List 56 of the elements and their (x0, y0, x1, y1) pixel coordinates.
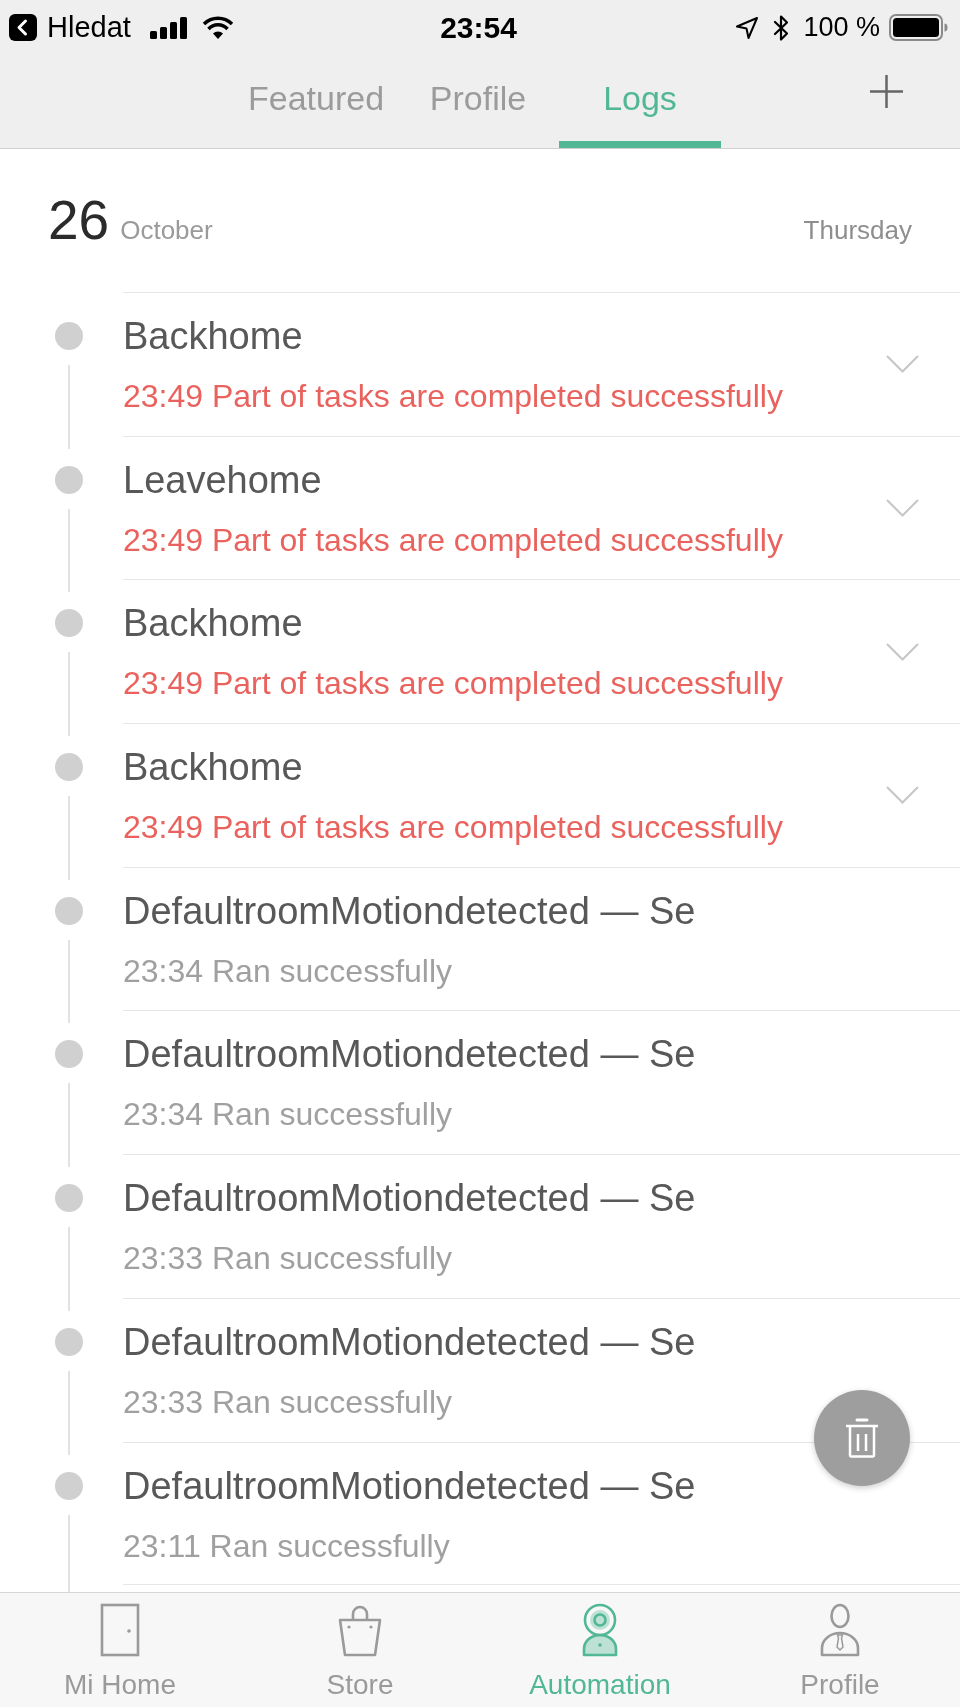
chevron-down-icon[interactable] (886, 786, 919, 805)
clock-time: 23:54 (440, 10, 517, 45)
battery-icon (889, 14, 948, 41)
date-day: 26 (48, 193, 110, 248)
tab[interactable]: Logs (559, 55, 721, 148)
log-title: Backhome (123, 314, 303, 358)
bluetooth-icon (772, 13, 791, 42)
person-icon[interactable] (818, 1603, 862, 1657)
timeline-dot (55, 465, 83, 494)
chevron-down-icon[interactable] (886, 355, 919, 374)
timeline-dot (55, 1471, 83, 1500)
signal-icon (149, 16, 187, 39)
log-result: 23:34 Ran successfully (123, 951, 453, 990)
tab[interactable]: Profile (397, 55, 559, 148)
timeline-dot (55, 1040, 83, 1069)
log-result: 23:49 Part of tasks are completed successfully (123, 520, 783, 559)
log-title: Leavehome (123, 457, 322, 502)
nav-tab[interactable]: Mi Home (0, 1593, 240, 1707)
location-arrow-icon (735, 15, 760, 40)
log-title: DefaultroomMotiondetected — Se (123, 1319, 696, 1364)
tab[interactable]: Featured (235, 55, 397, 148)
door-icon[interactable] (98, 1603, 142, 1657)
back-link[interactable]: Hledat (9, 11, 131, 44)
log-result: 23:49 Part of tasks are completed successfully (123, 808, 783, 847)
log-result: 23:33 Ran successfully (123, 1239, 453, 1278)
log-title: Backhome (123, 601, 303, 646)
date-weekday: Thursday (803, 215, 912, 246)
log-title: DefaultroomMotiondetected — Se (123, 1463, 696, 1508)
log-result: 23:34 Ran successfully (123, 1095, 453, 1134)
nav-tab[interactable]: Automation (480, 1593, 720, 1707)
timeline-dot (55, 1327, 83, 1356)
date-month: October (120, 215, 213, 246)
timeline-dot (55, 896, 83, 925)
delete-button[interactable] (814, 1390, 910, 1486)
shopping-bag-icon[interactable] (338, 1603, 382, 1657)
nav-tab[interactable]: Store (240, 1593, 480, 1707)
log-result: 23:49 Part of tasks are completed successfully (123, 377, 783, 415)
log-result: 23:33 Ran successfully (123, 1382, 453, 1421)
chevron-down-icon[interactable] (886, 642, 919, 661)
plus-icon[interactable] (869, 75, 903, 108)
log-title: DefaultroomMotiondetected — Se (123, 1032, 696, 1077)
nav-tab[interactable]: Profile (720, 1593, 960, 1707)
log-title: DefaultroomMotiondetected — Se (123, 1176, 696, 1221)
timeline-dot (55, 753, 83, 782)
timeline-dot (55, 1184, 83, 1213)
log-title: DefaultroomMotiondetected — Se (123, 888, 696, 933)
timeline-dot (55, 322, 83, 350)
chevron-down-icon[interactable] (886, 499, 919, 518)
wifi-icon (201, 15, 234, 40)
trash-icon[interactable] (845, 1418, 879, 1458)
log-result: 23:49 Part of tasks are completed successfully (123, 664, 783, 703)
back-icon[interactable] (9, 14, 37, 41)
battery-percent: 100 % (803, 12, 880, 43)
log-result: 23:11 Ran successfully (123, 1526, 450, 1565)
timeline-dot (55, 609, 83, 638)
log-title: Backhome (123, 745, 303, 790)
